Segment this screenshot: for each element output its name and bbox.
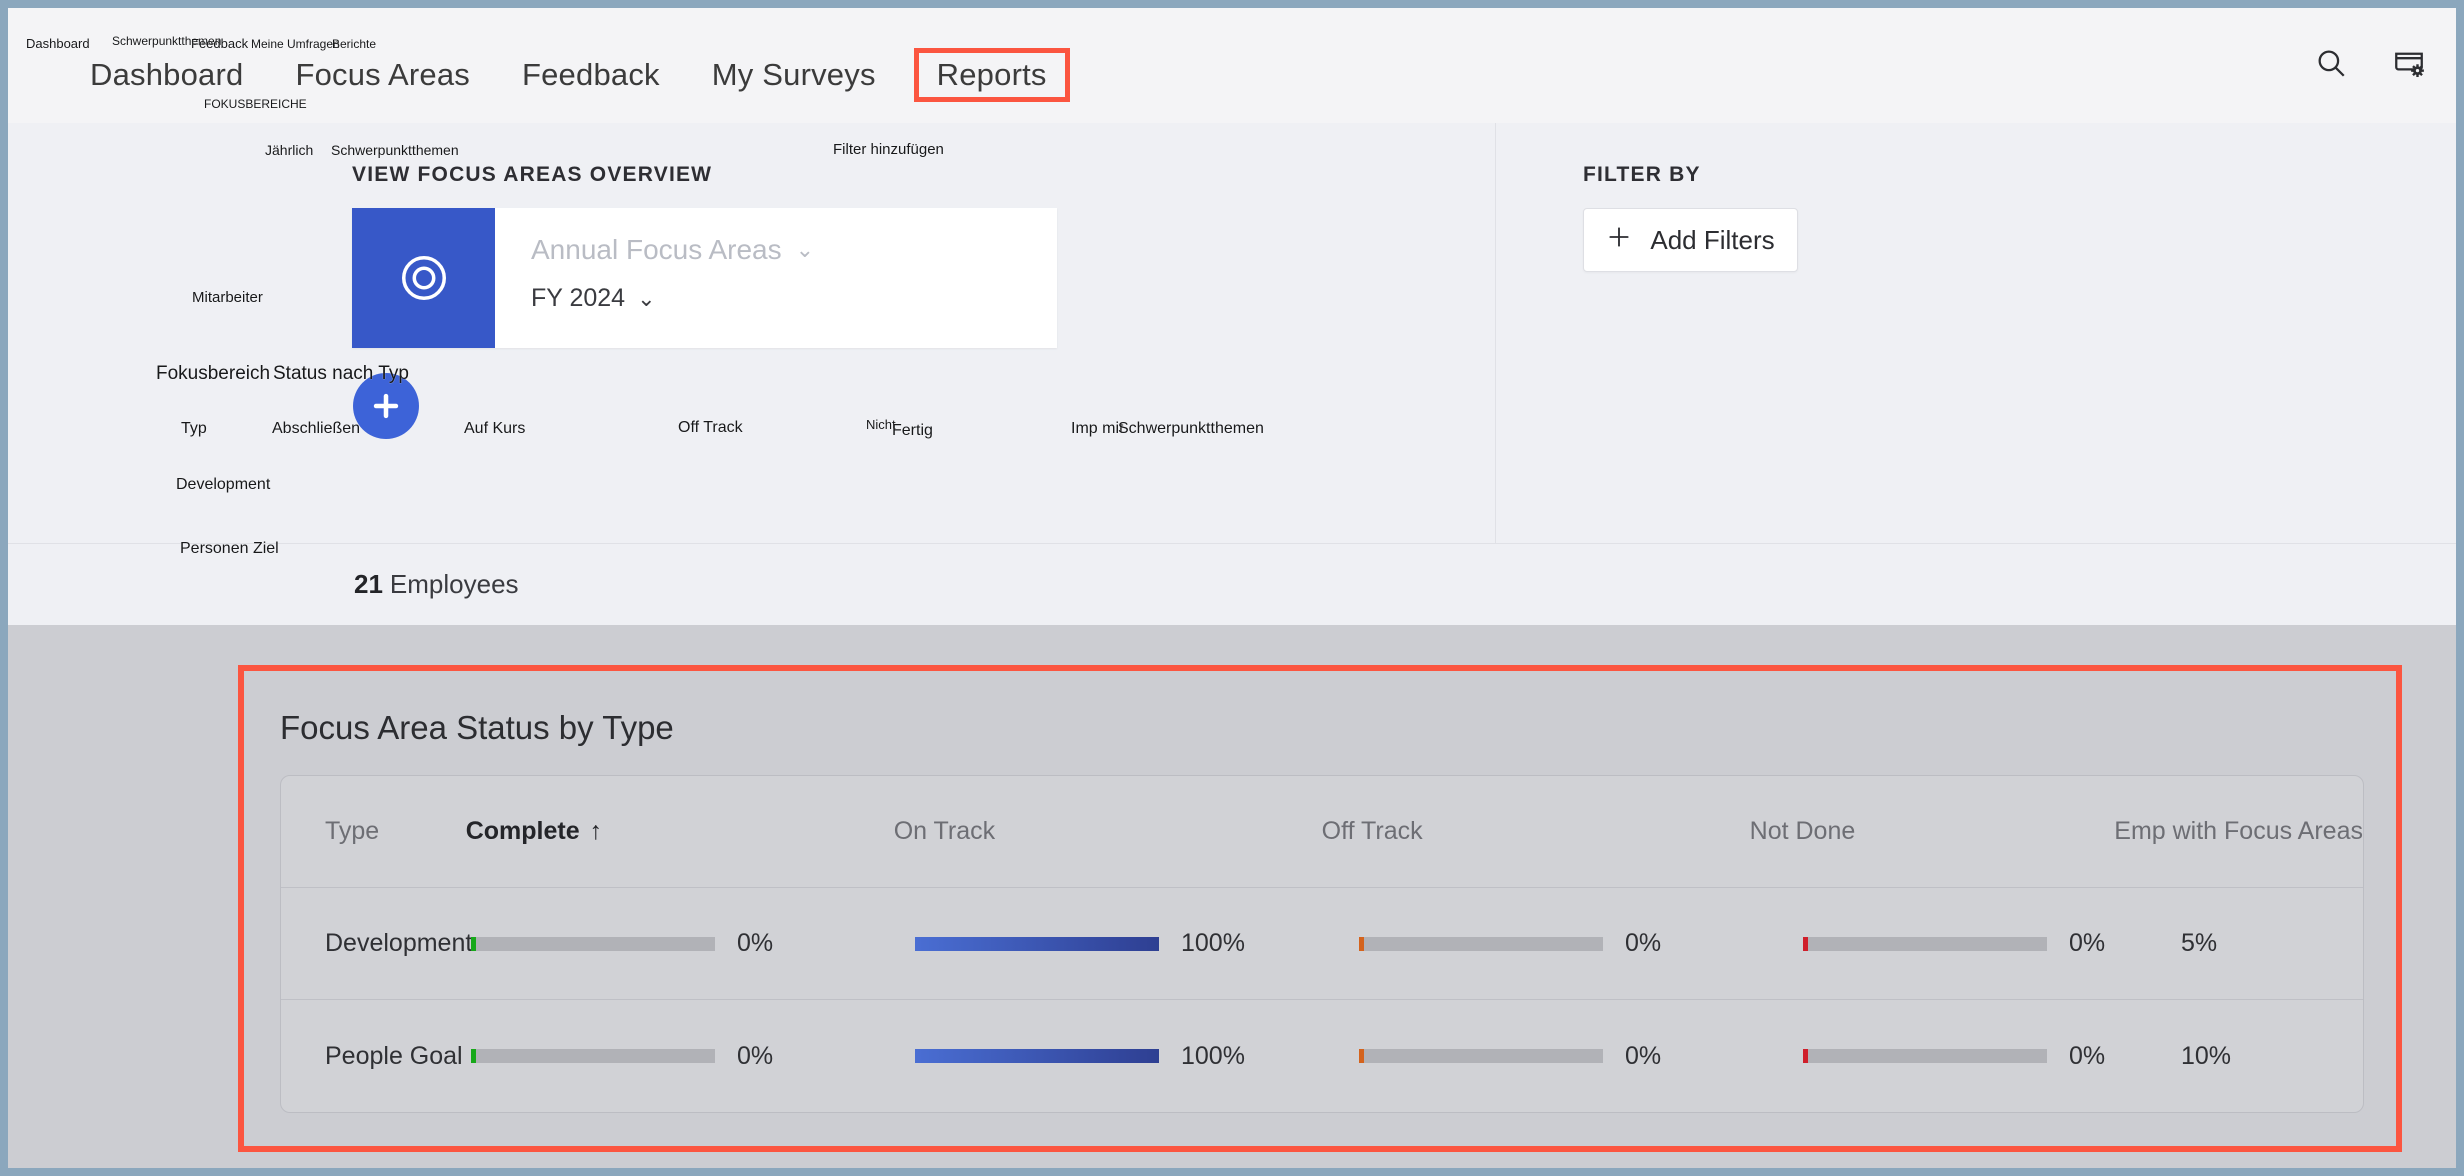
progress-bar-on-track (915, 936, 1159, 951)
report-section: Focus Area Status by Type Type Complete … (8, 625, 2456, 1168)
column-header-type[interactable]: Type (281, 817, 466, 846)
annotation-label: Meine Umfragen (251, 37, 340, 51)
top-navigation-bar: Dashboard Focus Areas Feedback My Survey… (8, 8, 2456, 124)
progress-bar-on-track (915, 1049, 1159, 1063)
value-complete: 0% (737, 1041, 774, 1070)
chevron-down-icon: ⌄ (637, 285, 656, 311)
chevron-down-icon: ⌄ (795, 237, 815, 262)
employee-count-strip: 21 Employees (8, 543, 2456, 625)
progress-bar-complete (471, 936, 715, 951)
plus-icon (1606, 224, 1632, 257)
column-header-complete-label: Complete (465, 817, 580, 845)
annotation-label: Fertig (892, 422, 933, 439)
search-icon[interactable] (2314, 46, 2348, 80)
value-not-done: 0% (2069, 1041, 2106, 1070)
employee-count-value: 21 (354, 569, 383, 599)
annual-focus-areas-card-body: Annual Focus Areas ⌄ FY 2024 ⌄ (495, 208, 1057, 348)
value-not-done: 0% (2069, 929, 2106, 957)
cell-off-track: 0% (1359, 929, 1729, 958)
cell-on-track: 100% (915, 1042, 1285, 1071)
annotation-label: Development (176, 476, 271, 493)
nav-tab-feedback[interactable]: Feedback (496, 53, 686, 97)
cell-not-done: 0% (1803, 929, 2173, 958)
add-filters-button[interactable]: Add Filters (1583, 208, 1798, 272)
nav-tab-reports[interactable]: Reports (913, 48, 1070, 102)
window-gear-icon[interactable] (2392, 46, 2426, 80)
annotation-label: Feedback (191, 36, 249, 51)
annotation-label: Status nach Typ (273, 363, 409, 384)
progress-bar-complete (471, 1049, 715, 1063)
annotation-label: FOKUSBEREICHE (204, 97, 307, 111)
cell-off-track: 0% (1359, 1042, 1729, 1071)
value-on-track: 100% (1181, 1041, 1245, 1070)
annotation-label: Berichte (332, 37, 377, 51)
annotation-label: Schwerpunktthemen (1118, 420, 1264, 437)
plus-icon (369, 389, 403, 423)
annotation-label: Imp mit (1071, 420, 1124, 437)
progress-bar-not-done (1803, 936, 2047, 951)
row-type: People Goal (325, 1041, 463, 1070)
value-complete: 0% (737, 929, 774, 957)
value-on-track: 100% (1181, 929, 1245, 957)
sort-ascending-icon: ↑ (589, 817, 603, 845)
annotation-label: Schwerpunktthemen (331, 142, 459, 158)
row-type: Development (325, 929, 473, 957)
annotation-label: Dashboard (26, 36, 90, 51)
nav-tab-list: Dashboard Focus Areas Feedback My Survey… (64, 48, 1070, 102)
overview-split: VIEW FOCUS AREAS OVERVIEW Annual Focus A… (8, 123, 2456, 543)
progress-bar-off-track (1359, 1049, 1603, 1063)
table-header-row: Type Complete ↑ On Track Off Track Not D… (281, 776, 2363, 888)
filter-by-pane: FILTER BY Add Filters (1496, 123, 2456, 543)
target-ring-icon (352, 208, 495, 348)
employee-count-label: Employees (389, 569, 519, 599)
focus-area-type-selector[interactable]: Annual Focus Areas ⌄ (531, 234, 1057, 266)
focus-area-status-table: Type Complete ↑ On Track Off Track Not D… (280, 775, 2364, 1113)
fiscal-year-label: FY 2024 (531, 284, 626, 312)
nav-tab-focus-areas[interactable]: Focus Areas (269, 53, 496, 97)
cell-not-done: 0% (1803, 1042, 2173, 1071)
value-emp-with-focus-areas: 5% (2181, 929, 2218, 957)
add-filters-label: Add Filters (1650, 224, 1775, 255)
app-window: Dashboard Focus Areas Feedback My Survey… (8, 8, 2456, 1168)
annotation-label: Abschließen (272, 420, 361, 437)
annotation-label: Off Track (678, 419, 743, 436)
fiscal-year-selector[interactable]: FY 2024 ⌄ (531, 284, 1057, 313)
filter-by-caption: FILTER BY (1583, 163, 1701, 186)
column-header-emp-with-focus-areas[interactable]: Emp with Focus Areas (2106, 817, 2363, 846)
nav-icon-group (2314, 46, 2426, 80)
annotation-label: Jährlich (265, 142, 314, 158)
nav-tab-dashboard[interactable]: Dashboard (64, 53, 269, 97)
progress-bar-off-track (1359, 936, 1603, 951)
annotation-label: Typ (181, 420, 207, 437)
column-header-off-track[interactable]: Off Track (1322, 817, 1679, 846)
screenshot-root: Dashboard Focus Areas Feedback My Survey… (0, 0, 2464, 1176)
annotation-label: Mitarbeiter (192, 289, 263, 306)
value-off-track: 0% (1625, 929, 1662, 957)
cell-complete: 0% (471, 929, 841, 958)
column-header-not-done[interactable]: Not Done (1750, 817, 2107, 846)
table-row: People Goal 0% 100% 0% 0% 10% (281, 1000, 2363, 1112)
report-panel-title: Focus Area Status by Type (280, 709, 674, 746)
annual-focus-areas-card[interactable]: Annual Focus Areas ⌄ FY 2024 ⌄ (352, 208, 1057, 348)
annotation-label: Fokusbereich (156, 363, 271, 384)
cell-complete: 0% (471, 1042, 841, 1071)
focus-area-type-label: Annual Focus Areas (531, 234, 782, 265)
view-focus-areas-overview-caption: VIEW FOCUS AREAS OVERVIEW (352, 163, 713, 186)
nav-tab-my-surveys[interactable]: My Surveys (686, 53, 902, 97)
cell-on-track: 100% (915, 929, 1285, 958)
column-header-on-track[interactable]: On Track (894, 817, 1251, 846)
table-row: Development 0% 100% 0% 0% 5% (281, 888, 2363, 1000)
annotation-label: Personen Ziel (180, 540, 279, 557)
progress-bar-not-done (1803, 1049, 2047, 1063)
annotation-label: Auf Kurs (464, 420, 526, 437)
value-emp-with-focus-areas: 10% (2181, 1041, 2232, 1070)
column-header-complete[interactable]: Complete ↑ (466, 817, 602, 846)
annotation-label: Filter hinzufügen (833, 141, 944, 158)
value-off-track: 0% (1625, 1041, 1662, 1070)
